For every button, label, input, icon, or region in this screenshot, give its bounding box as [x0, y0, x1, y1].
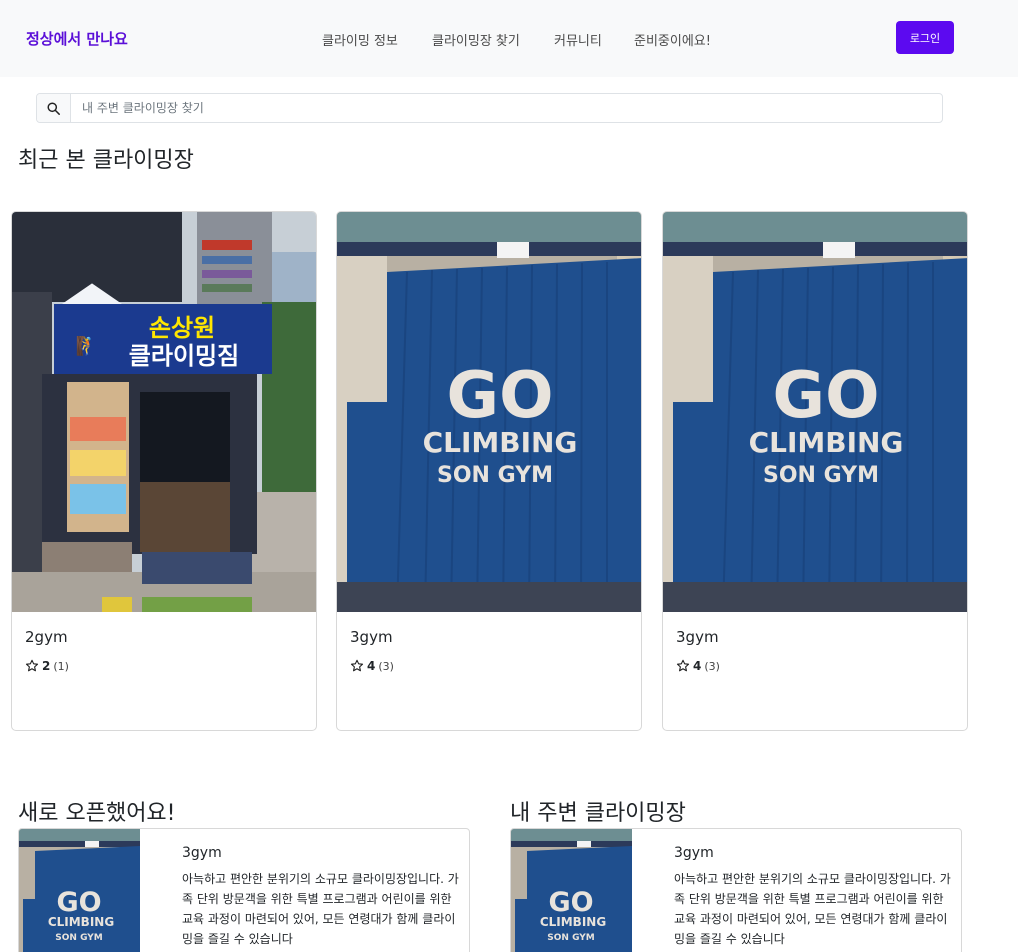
rating: 2 (1) — [25, 659, 303, 673]
wall-text-line3: SON GYM — [55, 933, 103, 943]
nav-link-find-gym[interactable]: 클라이밍장 찾기 — [432, 30, 520, 49]
wall-text-line2: CLIMBING — [48, 915, 114, 929]
nearby-gym-card[interactable]: GO CLIMBING SON GYM 3gym 아늑하고 편안한 분위기의 소… — [510, 828, 962, 952]
wall-text-line1: GO — [56, 887, 101, 918]
review-count: (1) — [53, 659, 69, 673]
login-button[interactable]: 로그인 — [896, 21, 954, 54]
star-icon — [25, 659, 39, 672]
gym-name[interactable]: 2gym — [25, 628, 303, 646]
gym-name[interactable]: 3gym — [676, 628, 954, 646]
wall-text-line1: GO — [447, 359, 554, 433]
star-icon — [350, 659, 364, 672]
search-bar — [36, 93, 943, 123]
rating-score: 4 — [367, 659, 376, 673]
review-count: (3) — [704, 659, 720, 673]
gym-name[interactable]: 3gym — [350, 628, 628, 646]
wall-text-line1: GO — [773, 359, 880, 433]
rating-score: 4 — [693, 659, 702, 673]
brand-logo[interactable]: 정상에서 만나요 — [26, 28, 128, 49]
rating-score: 2 — [42, 659, 51, 673]
rating: 4 (3) — [350, 659, 628, 673]
sign-text-line2: 클라이밍짐 — [129, 342, 239, 370]
nav-link-coming-soon[interactable]: 준비중이에요! — [634, 30, 711, 49]
new-gym-card[interactable]: GO CLIMBING SON GYM 3gym 아늑하고 편안한 분위기의 소… — [18, 828, 470, 952]
gym-photo: GO CLIMBING SON GYM — [19, 829, 140, 952]
wall-text-line1: GO — [548, 887, 593, 918]
gym-description: 아늑하고 편안한 분위기의 소규모 클라이밍장입니다. 가족 단위 방문객을 위… — [182, 872, 459, 946]
sign-logo: 🧗 — [76, 335, 98, 357]
search-icon[interactable] — [37, 94, 71, 122]
recent-section-title: 최근 본 클라이밍장 — [18, 148, 194, 173]
wall-text-line3: SON GYM — [437, 463, 553, 488]
gym-name[interactable]: 3gym — [674, 845, 714, 861]
gym-card[interactable]: GO CLIMBING SON GYM 3gym 4 (3) — [662, 211, 968, 731]
star-icon — [676, 659, 690, 672]
nav-link-community[interactable]: 커뮤니티 — [554, 30, 602, 49]
wall-text-line2: CLIMBING — [423, 426, 578, 459]
wall-text-line3: SON GYM — [547, 933, 595, 943]
wall-text-line2: CLIMBING — [540, 915, 606, 929]
gym-photo: GO CLIMBING SON GYM — [337, 212, 641, 612]
navbar: 정상에서 만나요 클라이밍 정보 클라이밍장 찾기 커뮤니티 준비중이에요! 로… — [0, 0, 1018, 77]
gym-photo: GO CLIMBING SON GYM — [663, 212, 967, 612]
gym-photo: 🧗 손상원 클라이밍짐 — [12, 212, 316, 612]
search-input[interactable] — [71, 94, 942, 122]
review-count: (3) — [378, 659, 394, 673]
sign-text-line1: 손상원 — [149, 314, 215, 342]
wall-text-line3: SON GYM — [763, 463, 879, 488]
gym-name[interactable]: 3gym — [182, 845, 222, 861]
new-open-section-title: 새로 오픈했어요! — [18, 801, 176, 826]
wall-text-line2: CLIMBING — [749, 426, 904, 459]
nearby-section-title: 내 주변 클라이밍장 — [510, 801, 686, 826]
gym-card[interactable]: 🧗 손상원 클라이밍짐 2gym 2 (1) — [11, 211, 317, 731]
gym-card[interactable]: GO CLIMBING SON GYM 3gym 4 (3) — [336, 211, 642, 731]
gym-photo: GO CLIMBING SON GYM — [511, 829, 632, 952]
nav-link-climbing-info[interactable]: 클라이밍 정보 — [322, 30, 398, 49]
gym-description: 아늑하고 편안한 분위기의 소규모 클라이밍장입니다. 가족 단위 방문객을 위… — [674, 872, 951, 946]
rating: 4 (3) — [676, 659, 954, 673]
